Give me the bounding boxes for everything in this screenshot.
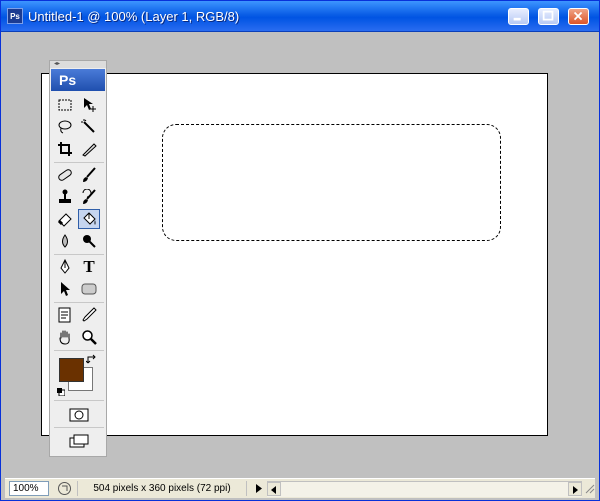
foreground-color-swatch[interactable] — [59, 358, 84, 382]
marquee-icon — [58, 99, 72, 111]
paint-bucket-icon — [83, 212, 96, 225]
maximize-icon — [542, 10, 554, 21]
document-info-text: 504 pixels x 360 pixels (72 ppi) — [77, 481, 247, 496]
minimize-icon — [513, 17, 521, 21]
brush-icon — [83, 167, 96, 182]
type-tool[interactable]: T — [78, 257, 100, 277]
photoshop-document-window: Ps Untitled-1 @ 100% (Layer 1, RGB/8) ◂▸… — [0, 0, 600, 501]
lasso-tool[interactable] — [54, 117, 76, 137]
pen-icon — [60, 259, 70, 274]
move-tool[interactable] — [78, 95, 100, 115]
quick-mask-button[interactable] — [68, 405, 90, 425]
shape-tool[interactable] — [78, 279, 100, 299]
arrow-right-icon — [573, 486, 578, 494]
maximize-button[interactable] — [538, 8, 559, 25]
scroll-left-button[interactable] — [267, 482, 281, 496]
slice-icon — [82, 143, 97, 157]
dodge-tool[interactable] — [78, 231, 100, 251]
healing-brush-tool[interactable] — [54, 165, 76, 185]
quick-mask-icon — [69, 408, 89, 422]
eraser-tool[interactable] — [54, 209, 76, 229]
crop-icon — [58, 142, 72, 156]
eraser-icon — [57, 213, 72, 227]
dodge-icon — [83, 235, 96, 248]
tool-separator — [54, 400, 104, 401]
notes-tool[interactable] — [54, 305, 76, 325]
tool-separator — [54, 254, 104, 255]
screen-mode-icon — [69, 434, 89, 448]
move-icon — [84, 98, 96, 112]
crop-tool[interactable] — [54, 139, 76, 159]
tool-separator — [54, 350, 104, 351]
eyedropper-tool[interactable] — [78, 305, 100, 325]
brush-tool[interactable] — [78, 165, 100, 185]
zoom-tool[interactable] — [78, 327, 100, 347]
rectangular-marquee-tool[interactable] — [54, 95, 76, 115]
tool-separator — [54, 302, 104, 303]
arrow-left-icon — [271, 486, 276, 494]
rounded-rectangle-icon — [81, 283, 97, 295]
swap-colors-icon[interactable] — [86, 354, 98, 366]
scroll-right-button[interactable] — [568, 482, 582, 496]
magic-wand-icon — [81, 119, 95, 133]
tool-separator — [54, 162, 104, 163]
type-icon: T — [83, 257, 95, 276]
horizontal-scrollbar[interactable] — [267, 481, 582, 497]
bandage-icon — [58, 169, 72, 181]
close-button[interactable] — [568, 8, 589, 25]
status-bar: 100% 504 pixels x 360 pixels (72 ppi) — [5, 478, 595, 498]
paint-bucket-tool[interactable] — [78, 209, 100, 229]
window-title: Untitled-1 @ 100% (Layer 1, RGB/8) — [28, 9, 240, 24]
slice-tool[interactable] — [78, 139, 100, 159]
document-canvas[interactable] — [41, 73, 548, 436]
history-brush-tool[interactable] — [78, 187, 100, 207]
history-brush-icon — [82, 189, 96, 204]
blur-drop-icon — [62, 234, 68, 248]
resize-grip-icon[interactable] — [583, 482, 595, 496]
close-icon — [573, 11, 583, 21]
document-info-icon[interactable] — [57, 481, 72, 496]
photoshop-icon[interactable]: Ps — [7, 8, 23, 24]
magnifier-icon — [82, 330, 97, 345]
selection-marquee[interactable] — [162, 124, 501, 241]
magic-wand-tool[interactable] — [78, 117, 100, 137]
status-menu-arrow-icon[interactable] — [253, 481, 265, 496]
palette-grip[interactable]: ◂▸ — [50, 61, 106, 68]
notes-icon — [58, 307, 71, 323]
eyedropper-icon — [82, 307, 97, 322]
path-selection-tool[interactable] — [54, 279, 76, 299]
hand-icon — [59, 330, 70, 345]
photoshop-logo[interactable]: Ps — [51, 69, 105, 91]
zoom-field[interactable]: 100% — [9, 481, 49, 496]
blur-tool[interactable] — [54, 231, 76, 251]
title-bar[interactable]: Ps Untitled-1 @ 100% (Layer 1, RGB/8) — [1, 1, 599, 32]
hand-tool[interactable] — [54, 327, 76, 347]
screen-mode-button[interactable] — [68, 431, 90, 451]
default-colors-icon[interactable] — [57, 388, 65, 396]
tools-palette: ◂▸ Ps T — [49, 60, 107, 457]
lasso-icon — [58, 120, 72, 134]
arrow-pointer-icon — [61, 282, 70, 296]
clone-stamp-tool[interactable] — [54, 187, 76, 207]
pen-tool[interactable] — [54, 257, 76, 277]
minimize-button[interactable] — [508, 8, 529, 25]
stamp-icon — [59, 189, 71, 203]
tool-separator — [54, 427, 104, 428]
